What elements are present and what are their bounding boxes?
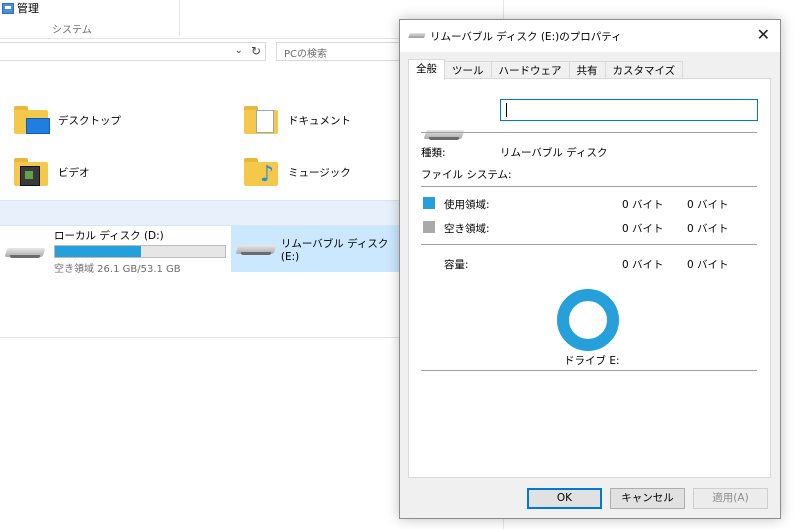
music-folder-icon: ♪ [244,158,278,186]
devices-group-header[interactable] [0,200,400,226]
tab-bar: 全般 ツール ハードウェア 共有 カスタマイズ [408,59,684,80]
ribbon-group-label: システム [52,25,92,36]
divider [421,186,757,187]
refresh-icon[interactable]: ↻ [251,44,261,58]
search-input[interactable]: PCの検索 [276,42,400,61]
close-icon[interactable]: ✕ [757,25,770,44]
free-space-size: 0 バイト [687,223,729,235]
dialog-titlebar[interactable]: リムーバブル ディスク (E:)のプロパティ ✕ [400,20,780,52]
free-space-bytes: 0 バイト [622,223,664,235]
used-space-label: 使用領域: [444,199,490,211]
folder-label: デスクトップ [58,114,121,127]
folder-label: ビデオ [58,166,90,179]
drive-free-text: 空き領域 26.1 GB/53.1 GB [54,264,181,275]
type-label: 種類: [421,147,446,159]
removable-drive-icon [237,242,273,256]
apply-button[interactable]: 適用(A) [693,488,768,509]
free-space-swatch [423,221,435,233]
hard-drive-icon [6,245,44,259]
capacity-size: 0 バイト [687,259,729,271]
ribbon-divider [179,0,180,36]
videos-folder-icon [14,158,48,186]
folder-videos[interactable]: ビデオ [14,158,90,186]
used-space-size: 0 バイト [687,199,729,211]
manage-button[interactable]: 管理 [2,0,39,16]
volume-name-input[interactable] [500,99,758,121]
drive-name: リムーバブル ディスク (E:) [280,237,389,263]
type-value: リムーバブル ディスク [500,147,608,159]
desktop-folder-icon [14,106,50,134]
folder-desktop[interactable]: デスクトップ [14,106,121,134]
address-bar[interactable]: ⌄ ↻ [0,42,266,61]
cancel-button[interactable]: キャンセル [610,488,685,509]
removable-drive-icon [425,127,459,141]
ok-button[interactable]: OK [527,488,602,509]
filesystem-label: ファイル システム: [421,169,512,181]
capacity-bytes: 0 バイト [622,259,664,271]
documents-folder-icon [244,106,278,134]
drive-name: ローカル ディスク (D:) [54,230,164,242]
tab-general[interactable]: 全般 [408,59,445,80]
divider [421,370,757,371]
manage-label: 管理 [17,2,39,15]
divider [421,132,757,133]
dialog-title: リムーバブル ディスク (E:)のプロパティ [430,31,622,43]
removable-drive-icon [409,33,425,39]
folder-documents[interactable]: ドキュメント [244,106,351,134]
disk-usage-donut [557,289,619,351]
divider [421,244,757,245]
used-space-bytes: 0 バイト [622,199,664,211]
divider [0,337,400,338]
drive-removable-e[interactable]: リムーバブル ディスク (E:) [231,226,403,272]
free-space-label: 空き領域: [444,223,490,235]
computer-manage-icon [2,2,14,14]
chevron-down-icon[interactable]: ⌄ [235,45,243,56]
general-tab-panel: 種類: リムーバブル ディスク ファイル システム: 使用領域: 0 バイト 0… [408,78,771,478]
folder-label: ドキュメント [288,114,351,127]
drive-local-d[interactable]: ローカル ディスク (D:) 空き領域 26.1 GB/53.1 GB [6,228,226,275]
properties-dialog: リムーバブル ディスク (E:)のプロパティ ✕ 全般 ツール ハードウェア 共… [399,19,781,519]
drive-letter-label: ドライブ E: [564,355,620,367]
used-space-swatch [423,197,435,209]
drive-usage-bar [54,245,226,258]
folder-music[interactable]: ♪ ミュージック [244,158,351,186]
folder-label: ミュージック [288,166,351,179]
capacity-label: 容量: [444,259,469,271]
